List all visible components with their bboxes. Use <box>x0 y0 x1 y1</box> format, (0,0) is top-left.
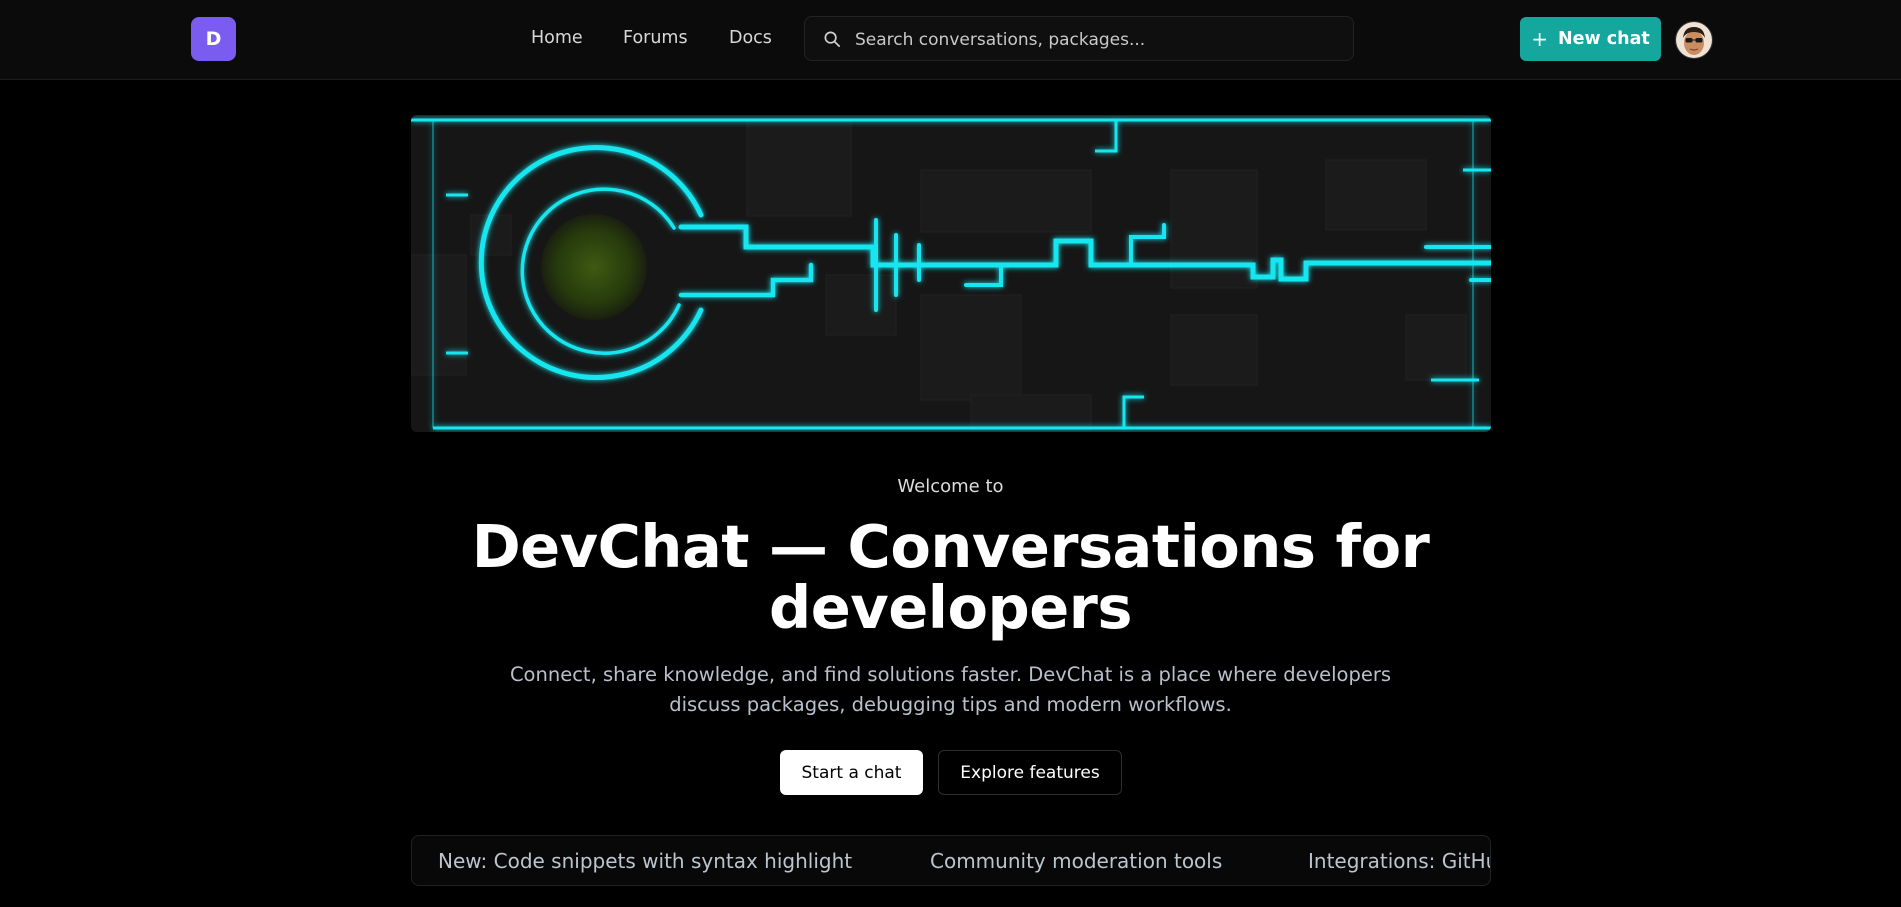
hero-banner-image <box>411 115 1491 432</box>
search-box <box>804 16 1354 62</box>
new-chat-button[interactable]: + New chat <box>1520 17 1661 61</box>
search-input[interactable] <box>853 17 1347 62</box>
hero-title: DevChat — Conversations for developers <box>471 512 1430 642</box>
explore-features-button[interactable]: Explore features <box>938 750 1122 795</box>
brand-logo[interactable]: D <box>191 17 236 61</box>
top-navbar: D Home Forums Docs + New chat <box>0 0 1901 80</box>
nav-link-forums[interactable]: Forums <box>623 28 688 48</box>
hero-eyebrow: Welcome to <box>897 476 1004 497</box>
nav-link-docs[interactable]: Docs <box>729 28 772 48</box>
nav-link-home[interactable]: Home <box>531 28 583 48</box>
new-chat-label: New chat <box>1557 29 1650 49</box>
hero-subtitle: Connect, share knowledge, and find solut… <box>509 663 1392 716</box>
avatar-image <box>1676 22 1712 58</box>
ticker-item: Integrations: GitHub <box>1308 849 1491 873</box>
ticker-item: Community moderation tools <box>930 849 1223 873</box>
circuit-illustration <box>411 115 1491 432</box>
feature-ticker: New: Code snippets with syntax highlight… <box>411 835 1491 886</box>
plus-icon: + <box>1531 27 1548 51</box>
search-icon <box>824 31 841 48</box>
ticker-item: New: Code snippets with syntax highlight <box>438 849 853 873</box>
start-chat-button[interactable]: Start a chat <box>780 750 923 795</box>
user-avatar[interactable] <box>1675 21 1713 59</box>
